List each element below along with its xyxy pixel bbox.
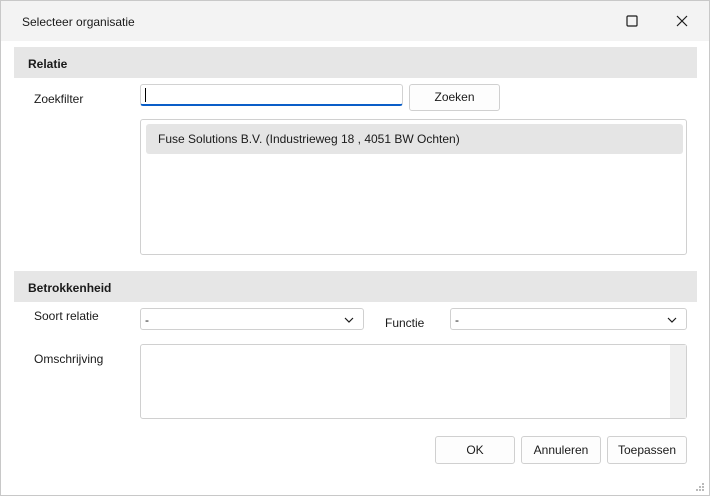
omschrijving-textarea[interactable] (140, 344, 687, 419)
dialog-window: Selecteer organisatie Relatie Zoekfilter… (0, 0, 710, 496)
toepassen-button[interactable]: Toepassen (607, 436, 687, 464)
section-title-betrokkenheid: Betrokkenheid (28, 281, 112, 295)
chevron-down-icon (344, 317, 354, 323)
maximize-icon (626, 15, 638, 27)
section-header-relatie: Relatie (14, 47, 697, 78)
list-item[interactable]: Fuse Solutions B.V. (Industrieweg 18 , 4… (146, 124, 683, 154)
resize-grip-icon[interactable] (695, 482, 705, 492)
soort-relatie-select[interactable]: - (140, 308, 364, 330)
close-button[interactable] (668, 9, 696, 33)
close-icon (676, 15, 688, 27)
soort-relatie-label: Soort relatie (34, 309, 99, 323)
textarea-scrollbar[interactable] (670, 345, 686, 418)
soort-relatie-value: - (145, 313, 149, 327)
annuleren-button[interactable]: Annuleren (521, 436, 601, 464)
functie-select[interactable]: - (450, 308, 687, 330)
maximize-button[interactable] (618, 9, 646, 33)
list-item-label: Fuse Solutions B.V. (Industrieweg 18 , 4… (158, 132, 460, 146)
omschrijving-label: Omschrijving (34, 352, 104, 366)
ok-button[interactable]: OK (435, 436, 515, 464)
chevron-down-icon (667, 317, 677, 323)
text-caret (145, 88, 146, 102)
section-header-betrokkenheid: Betrokkenheid (14, 271, 697, 302)
zoekfilter-label: Zoekfilter (34, 92, 84, 106)
dialog-content: Relatie Zoekfilter Zoeken Fuse Solutions… (1, 41, 709, 495)
functie-value: - (455, 313, 459, 327)
window-title: Selecteer organisatie (22, 15, 135, 29)
title-bar[interactable]: Selecteer organisatie (1, 1, 709, 41)
zoekfilter-input[interactable] (140, 84, 403, 106)
results-list[interactable]: Fuse Solutions B.V. (Industrieweg 18 , 4… (140, 119, 687, 255)
section-title-relatie: Relatie (28, 57, 68, 71)
functie-label: Functie (385, 316, 425, 330)
zoeken-button[interactable]: Zoeken (409, 84, 500, 111)
